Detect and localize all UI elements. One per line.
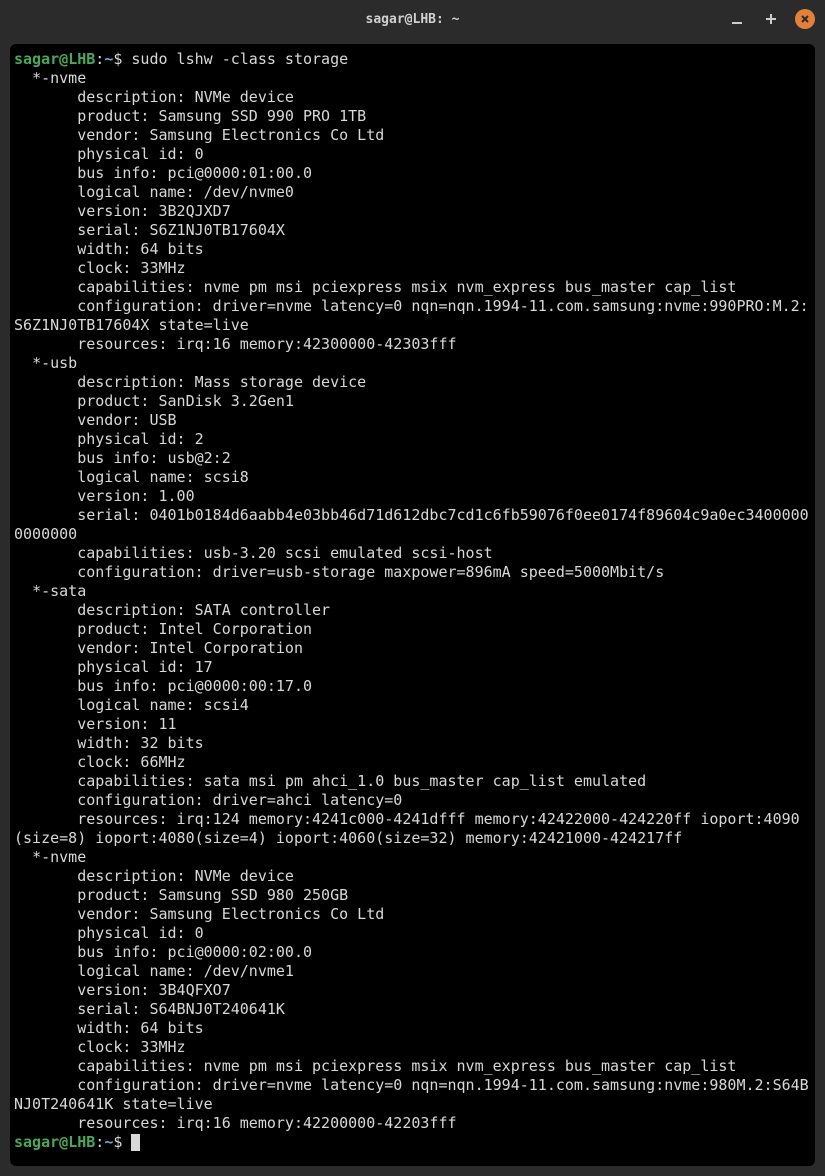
window-title: sagar@LHB: ~ <box>366 12 460 27</box>
prompt-at-2: @ <box>59 1133 68 1151</box>
command-output: *-nvme description: NVMe device product:… <box>14 69 809 1132</box>
window-controls <box>727 9 815 29</box>
terminal-window: sagar@LHB: ~ sagar@LHB:~$ sudo lshw -cla… <box>0 0 825 1176</box>
prompt-user-2: sagar <box>14 1133 59 1151</box>
prompt-user: sagar <box>14 50 59 68</box>
prompt-colon: : <box>95 50 104 68</box>
prompt-at: @ <box>59 50 68 68</box>
minimize-button[interactable] <box>727 9 747 29</box>
cursor <box>131 1134 140 1151</box>
maximize-button[interactable] <box>761 9 781 29</box>
prompt-host: LHB <box>68 50 95 68</box>
prompt-path: ~ <box>104 50 113 68</box>
prompt-path-2: ~ <box>104 1133 113 1151</box>
prompt-symbol-2: $ <box>113 1133 122 1151</box>
terminal-body[interactable]: sagar@LHB:~$ sudo lshw -class storage *-… <box>10 44 815 1166</box>
prompt-host-2: LHB <box>68 1133 95 1151</box>
prompt-symbol: $ <box>113 50 122 68</box>
titlebar: sagar@LHB: ~ <box>0 0 825 38</box>
close-button[interactable] <box>795 9 815 29</box>
command-text: sudo lshw -class storage <box>131 50 348 68</box>
prompt-colon-2: : <box>95 1133 104 1151</box>
